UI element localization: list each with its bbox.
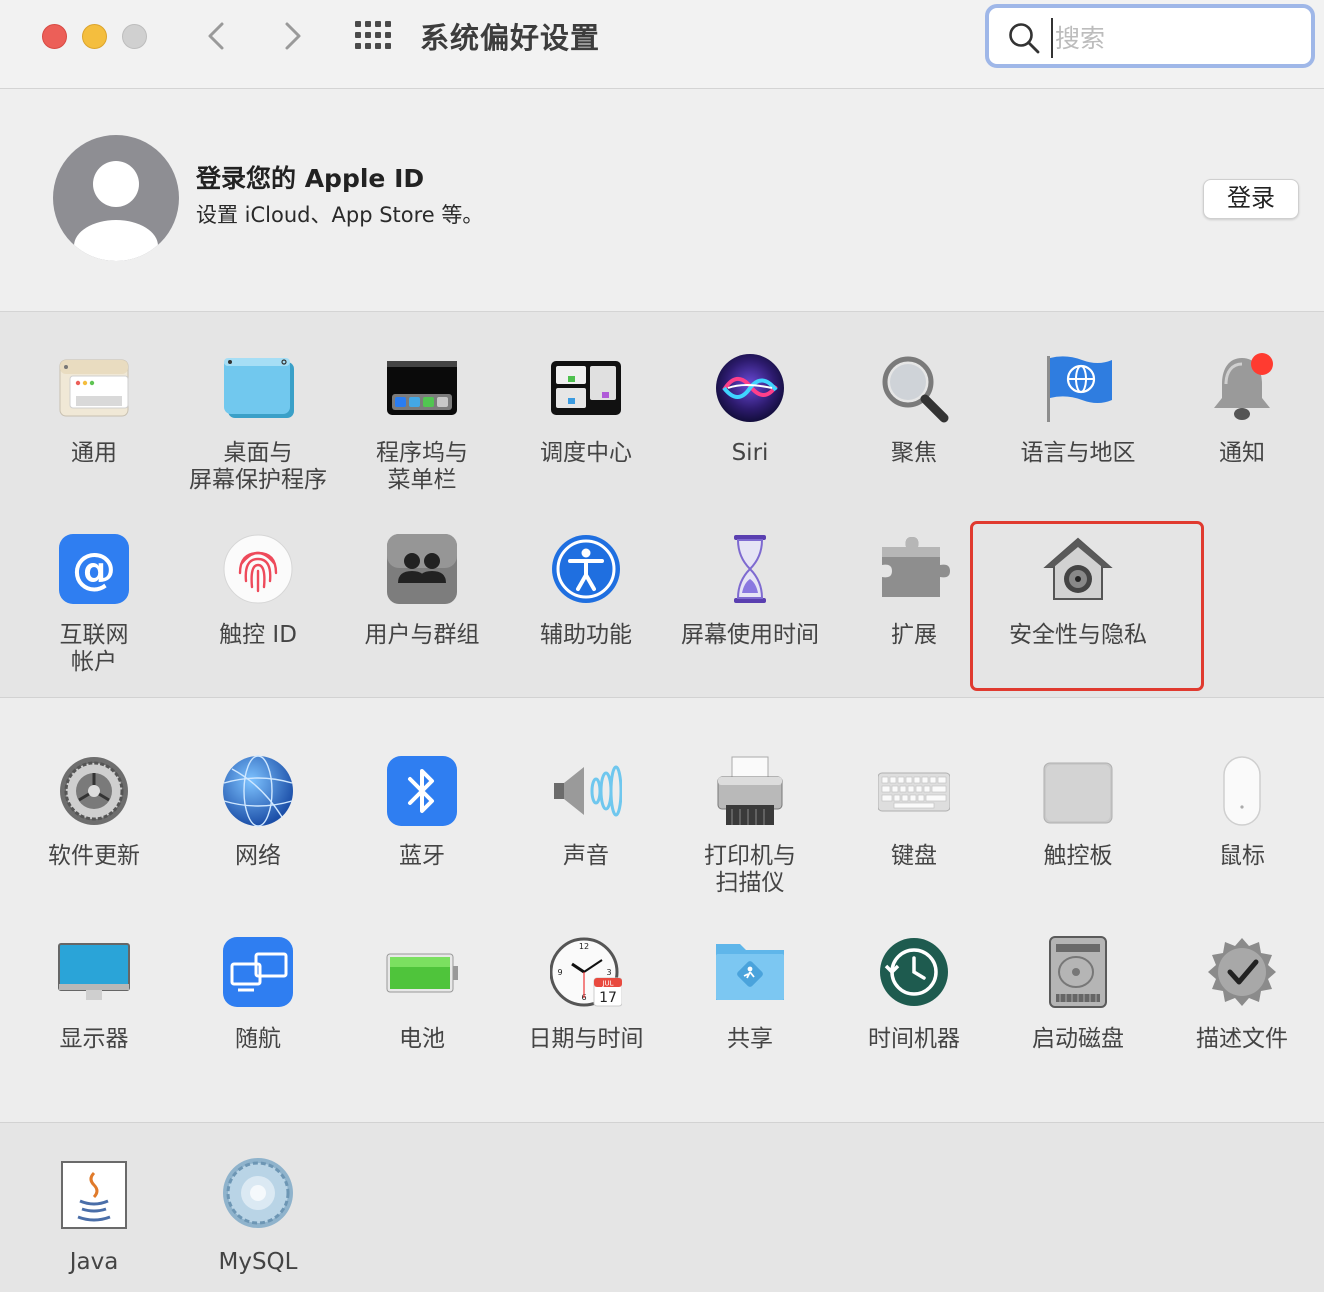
other-preferences-section: Java MySQL xyxy=(0,1123,1324,1292)
accessibility-icon xyxy=(550,533,622,605)
forward-button[interactable] xyxy=(271,16,311,56)
pane-label: 打印机与 扫描仪 xyxy=(704,843,796,896)
pane-label: 辅助功能 xyxy=(540,622,632,648)
security-highlight-box xyxy=(970,521,1204,691)
window-title: 系统偏好设置 xyxy=(420,21,601,55)
close-window-button[interactable] xyxy=(42,24,67,49)
sharing-icon xyxy=(714,936,786,1008)
java-icon xyxy=(58,1161,130,1233)
pane-label: 程序坞与 菜单栏 xyxy=(376,440,468,493)
pane-label: 网络 xyxy=(235,843,281,869)
time-machine-icon xyxy=(878,936,950,1008)
siri-icon xyxy=(714,352,786,424)
back-button[interactable] xyxy=(198,16,238,56)
svg-text:12: 12 xyxy=(579,942,589,951)
calendar-month: JUL xyxy=(601,980,613,988)
calendar-day: 17 xyxy=(599,990,617,1006)
apple-id-panel: 登录您的 Apple ID 设置 iCloud、App Store 等。 登录 xyxy=(0,89,1324,312)
avatar-icon[interactable] xyxy=(52,134,180,262)
login-button[interactable]: 登录 xyxy=(1203,179,1299,219)
pane-label: 共享 xyxy=(727,1026,773,1052)
general-icon xyxy=(58,352,130,424)
search-field[interactable] xyxy=(985,4,1315,68)
pane-label: 鼠标 xyxy=(1219,843,1265,869)
software-update-icon xyxy=(58,755,130,827)
pane-label: 聚焦 xyxy=(891,440,937,466)
pane-label: 声音 xyxy=(563,843,609,869)
bluetooth-icon xyxy=(386,755,458,827)
printers-scanners-icon xyxy=(714,755,786,827)
pane-label: 通用 xyxy=(71,440,117,466)
title-bar: 系统偏好设置 xyxy=(0,0,1324,89)
touch-id-icon xyxy=(222,533,294,605)
network-icon xyxy=(222,755,294,827)
chevron-right-icon xyxy=(285,22,301,50)
svg-text:@: @ xyxy=(72,544,116,595)
users-groups-icon xyxy=(386,533,458,605)
desktop-screensaver-icon xyxy=(222,352,294,424)
profiles-icon xyxy=(1206,936,1278,1008)
search-icon xyxy=(1009,23,1040,54)
pane-label: 触控 ID xyxy=(219,622,297,648)
mouse-icon xyxy=(1206,755,1278,827)
hardware-preferences-section: 软件更新 网络 蓝牙 声音 打印机与 扫描仪 键盘 触控板 鼠标 显示器 随航 … xyxy=(0,698,1324,1123)
pane-label: 调度中心 xyxy=(540,440,632,466)
pane-label: 桌面与 屏幕保护程序 xyxy=(189,440,327,493)
zoom-window-button[interactable] xyxy=(122,24,147,49)
pane-label: 随航 xyxy=(235,1026,281,1052)
personal-preferences-section: 通用 桌面与 屏幕保护程序 程序坞与 菜单栏 调度中心 Siri 聚焦 语言与地… xyxy=(0,312,1324,698)
trackpad-icon xyxy=(1042,755,1114,827)
svg-text:3: 3 xyxy=(606,968,611,977)
pane-label: 触控板 xyxy=(1043,843,1113,869)
pane-label: 键盘 xyxy=(891,843,937,869)
pane-label: 屏幕使用时间 xyxy=(681,622,819,648)
pane-label: MySQL xyxy=(218,1249,298,1275)
search-input[interactable] xyxy=(1051,18,1297,58)
keyboard-icon xyxy=(877,755,951,827)
sound-icon xyxy=(550,755,623,827)
pane-label: 描述文件 xyxy=(1196,1026,1288,1052)
dock-menubar-icon xyxy=(386,352,458,424)
pane-label: 通知 xyxy=(1219,440,1265,466)
apple-id-subtitle: 设置 iCloud、App Store 等。 xyxy=(196,203,484,227)
pane-label: 日期与时间 xyxy=(528,1026,644,1052)
battery-icon xyxy=(386,936,458,1008)
minimize-window-button[interactable] xyxy=(82,24,107,49)
pane-label: 用户与群组 xyxy=(364,622,480,648)
displays-icon xyxy=(58,936,130,1008)
pane-label: 启动磁盘 xyxy=(1032,1026,1124,1052)
date-time-icon: 12369JUL17 xyxy=(549,936,623,1008)
pane-label: 软件更新 xyxy=(48,843,140,869)
chevron-left-icon xyxy=(208,22,224,50)
mission-control-icon xyxy=(550,352,622,424)
mysql-icon xyxy=(222,1157,294,1229)
language-region-icon xyxy=(1042,352,1114,424)
pane-label: 互联网 帐户 xyxy=(59,622,129,675)
apple-id-title: 登录您的 Apple ID xyxy=(196,164,425,193)
grid-icon xyxy=(355,21,391,49)
pane-label: 时间机器 xyxy=(868,1026,960,1052)
notifications-icon xyxy=(1206,352,1278,424)
screen-time-icon xyxy=(714,533,786,605)
pane-label: Java xyxy=(69,1249,119,1275)
pane-label: Siri xyxy=(731,440,769,466)
pane-label: 电池 xyxy=(399,1026,445,1052)
extensions-icon xyxy=(878,533,950,605)
pane-label: 蓝牙 xyxy=(399,843,445,869)
svg-text:9: 9 xyxy=(557,968,562,977)
pane-label: 语言与地区 xyxy=(1020,440,1136,466)
spotlight-icon xyxy=(878,352,950,424)
startup-disk-icon xyxy=(1042,936,1114,1008)
internet-accounts-icon: @ xyxy=(58,533,130,605)
sidecar-icon xyxy=(222,936,294,1008)
pane-label: 显示器 xyxy=(59,1026,129,1052)
show-all-button[interactable] xyxy=(352,18,394,52)
